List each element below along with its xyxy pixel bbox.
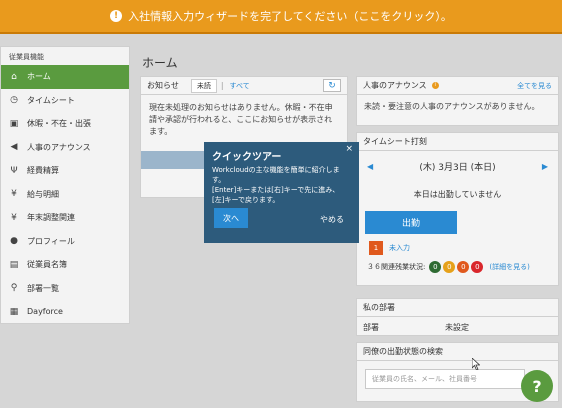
overtime-count-badge: 0	[471, 261, 484, 273]
sidebar-item-4[interactable]: Ψ 経費精算	[1, 159, 129, 183]
prev-day-icon[interactable]: ◀	[367, 162, 373, 171]
home-icon: ⌂	[11, 71, 17, 82]
info-icon: !	[110, 10, 123, 22]
setup-wizard-banner[interactable]: ! 入社情報入力ウィザードを完了してください（ここをクリック）。	[0, 0, 562, 34]
announcements-message: 未読・要注意の人事のアナウンスがありません。	[364, 102, 540, 111]
tour-title: クイックツアー	[212, 152, 282, 163]
yen-icon: ¥	[11, 189, 17, 200]
next-day-icon[interactable]: ▶	[542, 162, 548, 171]
sidebar-item-8[interactable]: ▤ 従業員名簿	[1, 253, 129, 277]
overtime-count-badge: 0	[457, 261, 470, 273]
see-all-link[interactable]: 全てを見る	[517, 81, 552, 91]
sidebar-item-3[interactable]: ◀ 人事のアナウンス	[1, 136, 129, 160]
close-icon[interactable]: ×	[345, 144, 353, 154]
sidebar-item-label: 部署一覧	[27, 283, 59, 293]
department-panel: 私の部署 部署 未設定	[356, 298, 559, 336]
timesheet-panel: タイムシート打刻 ◀ (木) 3月3日 (本日) ▶ 本日は出勤していません 出…	[356, 132, 559, 286]
timesheet-title: タイムシート打刻	[363, 137, 427, 146]
tour-body-intro: Workcloudの主な機能を簡単に紹介します。	[212, 166, 340, 184]
sidebar-item-10[interactable]: ▦ Dayforce	[1, 300, 129, 324]
sidebar-item-label: 年末調整関連	[27, 213, 75, 223]
unentered-count-badge: 1	[369, 241, 383, 255]
org-chart-icon: ⚲	[10, 283, 18, 294]
department-title: 私の部署	[363, 303, 395, 312]
calendar-icon: ▣	[9, 118, 19, 129]
calendar-grid-icon: ▦	[9, 306, 19, 317]
help-button[interactable]: ?	[521, 370, 553, 402]
sidebar-item-label: 従業員名簿	[27, 260, 67, 270]
tour-body-keys: [Enter]キーまたは[右]キーで先に進み、[左]キーで戻ります。	[212, 186, 340, 204]
tour-next-button[interactable]: 次へ	[214, 208, 248, 228]
clock-icon: ◷	[10, 95, 18, 106]
sidebar-item-label: 給与明細	[27, 189, 59, 199]
sidebar-item-label: ホーム	[27, 72, 51, 82]
mouse-cursor-icon	[472, 358, 480, 370]
colleague-search-title: 同僚の出勤状態の検索	[363, 347, 443, 356]
quick-tour-popup: × クイックツアー Workcloudの主な機能を簡単に紹介します。 [Ente…	[204, 142, 359, 243]
sidebar-item-5[interactable]: ¥ 給与明細	[1, 183, 129, 207]
sidebar-item-label: 休暇・不在・出張	[27, 119, 91, 129]
notice-message: 現在未処理のお知らせはありません。休暇・不在申請や承認が行われると、ここにお知ら…	[149, 103, 333, 136]
announcements-panel: 人事のアナウンス i 全てを見る 未読・要注意の人事のアナウンスがありません。	[356, 76, 559, 126]
colleague-search-input[interactable]: 従業員の氏名、メール、社員番号	[365, 369, 525, 389]
timesheet-date: (木) 3月3日 (本日)	[419, 163, 496, 173]
department-value: 未設定	[445, 323, 469, 332]
sidebar-item-label: 人事のアナウンス	[27, 142, 91, 152]
sidebar-item-label: 経費精算	[27, 166, 59, 176]
user-icon: ●	[10, 236, 18, 247]
refresh-icon: ↻	[328, 80, 336, 91]
attendance-status: 本日は出勤していません	[413, 190, 502, 199]
overtime-count-badge: 0	[443, 261, 456, 273]
sidebar: 従業員機能 ⌂ ホーム ◷ タイムシート ▣ 休暇・不在・出張 ◀ 人事のアナウンス Ψ 経費精算…	[0, 46, 130, 324]
tab-unread[interactable]: 未読	[190, 78, 217, 93]
sidebar-item-1[interactable]: ◷ タイムシート	[1, 89, 129, 113]
clock-in-button[interactable]: 出勤	[365, 211, 457, 234]
sidebar-item-2[interactable]: ▣ 休暇・不在・出張	[1, 112, 129, 136]
unentered-link[interactable]: 未入力	[389, 243, 410, 253]
sidebar-heading: 従業員機能	[9, 53, 44, 61]
notice-title: お知らせ	[147, 81, 179, 90]
tab-separator: |	[220, 81, 224, 90]
megaphone-icon: ◀	[10, 142, 18, 153]
sidebar-item-7[interactable]: ● プロフィール	[1, 230, 129, 254]
refresh-button[interactable]: ↻	[323, 79, 341, 92]
notice-action-button[interactable]	[141, 151, 205, 169]
overtime-count-badge: 0	[429, 261, 442, 273]
overtime-label: ３６関連残業状況:	[367, 263, 426, 271]
info-icon: i	[431, 82, 439, 89]
sidebar-item-6[interactable]: ¥ 年末調整関連	[1, 206, 129, 230]
yen-icon: ¥	[11, 212, 17, 223]
sidebar-item-label: タイムシート	[27, 95, 75, 105]
sidebar-item-0[interactable]: ⌂ ホーム	[1, 65, 129, 89]
department-label: 部署	[363, 323, 379, 332]
announcements-title: 人事のアナウンス	[363, 81, 427, 90]
sidebar-item-9[interactable]: ⚲ 部署一覧	[1, 277, 129, 301]
tab-all[interactable]: すべて	[230, 81, 250, 91]
page-title: ホーム	[142, 56, 178, 70]
book-icon: ▤	[9, 259, 19, 270]
food-icon: Ψ	[10, 165, 18, 176]
sidebar-item-label: Dayforce	[27, 307, 63, 317]
sidebar-item-label: プロフィール	[27, 236, 75, 246]
overtime-detail-link[interactable]: (詳細を見る)	[489, 262, 529, 272]
tour-skip-button[interactable]: やめる	[320, 214, 344, 225]
banner-text[interactable]: 入社情報入力ウィザードを完了してください（ここをクリック）。	[128, 8, 452, 24]
